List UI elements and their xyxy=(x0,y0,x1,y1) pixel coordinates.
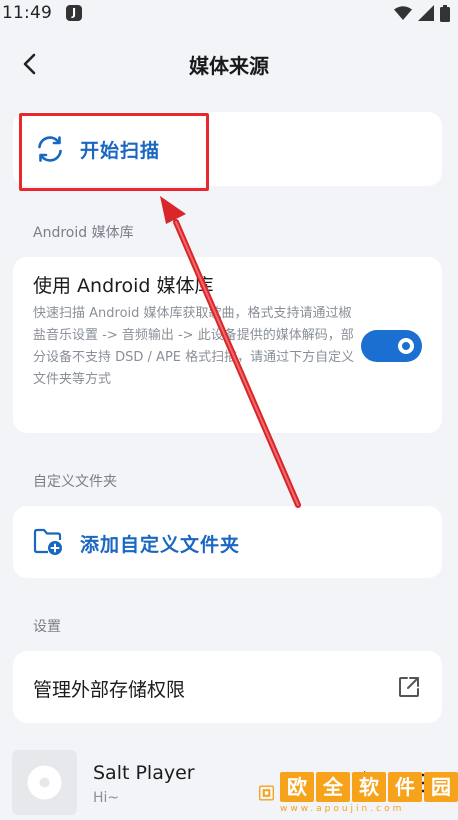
watermark-url: www.apoujin.com xyxy=(280,804,405,814)
status-bar: 11:49 J xyxy=(0,0,458,26)
manage-storage-permission-button[interactable]: 管理外部存储权限 xyxy=(13,651,442,723)
player-track-title: Salt Player xyxy=(93,762,195,784)
header: 媒体来源 xyxy=(0,38,458,90)
android-media-library-description: 快速扫描 Android 媒体库获取歌曲，格式支持请通过椒盐音乐设置 -> 音频… xyxy=(33,306,355,387)
add-custom-folder-button[interactable]: 添加自定义文件夹 xyxy=(13,506,442,578)
folder-add-icon xyxy=(33,528,62,555)
watermark: 欧 全 软 件 园 www.apoujin.com xyxy=(257,766,458,820)
app-notification-icon: J xyxy=(66,5,82,21)
android-media-library-title: 使用 Android 媒体库 xyxy=(33,275,214,297)
android-media-library-toggle[interactable] xyxy=(361,330,422,362)
section-heading-settings: 设置 xyxy=(33,619,61,635)
section-heading-android: Android 媒体库 xyxy=(33,225,134,241)
album-art xyxy=(12,750,77,815)
watermark-logo xyxy=(259,785,274,801)
wifi-icon xyxy=(394,6,412,20)
status-time: 11:49 xyxy=(2,3,52,23)
watermark-text: 欧 全 软 件 园 www.apoujin.com xyxy=(280,772,458,814)
watermark-chars: 欧 全 软 件 园 xyxy=(280,772,458,802)
watermark-char: 件 xyxy=(388,772,422,802)
section-heading-custom-folder: 自定义文件夹 xyxy=(33,474,117,490)
external-link-icon xyxy=(399,677,419,697)
refresh-icon xyxy=(38,136,62,162)
watermark-char: 园 xyxy=(424,772,458,802)
back-button[interactable] xyxy=(14,48,44,80)
toggle-knob xyxy=(398,338,414,354)
player-track-artist: Hi~ xyxy=(93,790,120,806)
page-title: 媒体来源 xyxy=(189,53,269,78)
watermark-char: 全 xyxy=(316,772,350,802)
start-scan-label: 开始扫描 xyxy=(80,140,161,162)
disc-icon xyxy=(27,765,62,800)
start-scan-button[interactable]: 开始扫描 xyxy=(13,112,442,186)
add-custom-folder-label: 添加自定义文件夹 xyxy=(80,534,241,556)
manage-storage-permission-label: 管理外部存储权限 xyxy=(33,679,186,701)
chevron-left-icon xyxy=(23,53,36,75)
watermark-char: 软 xyxy=(352,772,386,802)
status-indicators xyxy=(394,4,450,22)
signal-icon xyxy=(418,5,434,21)
watermark-char: 欧 xyxy=(280,772,314,802)
android-media-library-card: 使用 Android 媒体库 快速扫描 Android 媒体库获取歌曲，格式支持… xyxy=(13,257,442,433)
battery-icon xyxy=(440,4,450,22)
